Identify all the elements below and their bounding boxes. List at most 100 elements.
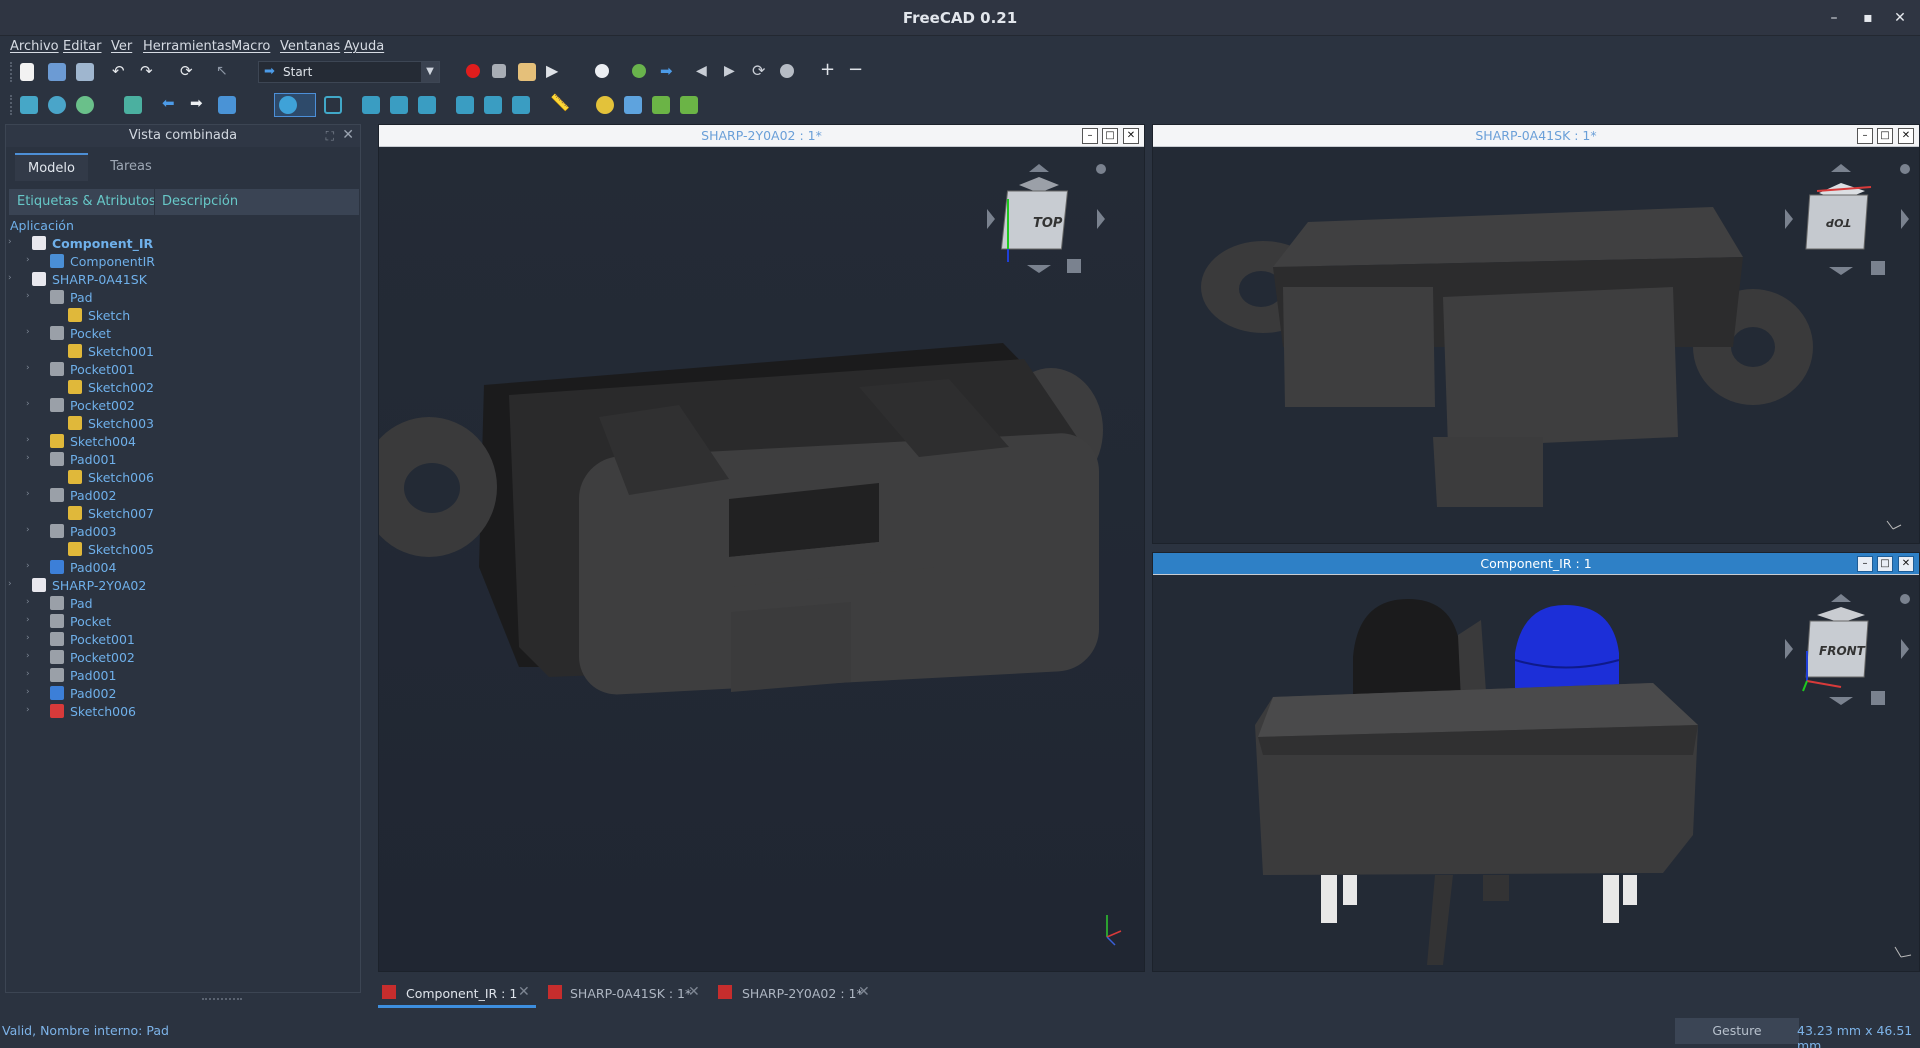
viewport-3d-component-ir[interactable]: FRONT — [1153, 575, 1920, 972]
draw-style-icon[interactable] — [76, 96, 94, 114]
menu-ver[interactable]: Ver — [111, 39, 132, 54]
tree-item[interactable]: › Pad002 — [6, 487, 360, 505]
column-labels[interactable]: Etiquetas & Atributos — [17, 194, 156, 209]
menu-herramientas[interactable]: Herramientas — [143, 39, 232, 54]
tree-item[interactable]: › Pocket — [6, 613, 360, 631]
workbench-selector[interactable]: ➡ Start ▼ — [258, 61, 440, 83]
doc-tab-sharp-2y0a02[interactable]: SHARP-2Y0A02 : 1* ✕ — [714, 978, 880, 1008]
forward-icon[interactable]: ▶ — [724, 62, 742, 80]
tree-item[interactable]: › Pocket — [6, 325, 360, 343]
menu-ventanas[interactable]: Ventanas — [280, 39, 340, 54]
close-view-button[interactable]: ✕ — [1898, 128, 1914, 144]
undo-icon[interactable]: ↶ — [112, 64, 130, 82]
save-document-icon[interactable] — [76, 63, 94, 81]
expand-chevron-icon[interactable]: › — [26, 327, 30, 337]
link-icon[interactable] — [652, 96, 670, 114]
open-document-icon[interactable] — [48, 63, 66, 81]
tree-item[interactable]: › Pocket002 — [6, 397, 360, 415]
expand-chevron-icon[interactable]: › — [26, 615, 30, 625]
part-icon[interactable] — [596, 96, 614, 114]
viewport-3d-sharp-2y0a02[interactable]: TOP — [379, 147, 1145, 972]
tab-modelo[interactable]: Modelo — [15, 153, 88, 181]
tree-item[interactable]: › Pad001 — [6, 667, 360, 685]
expand-chevron-icon[interactable]: › — [26, 633, 30, 643]
expand-chevron-icon[interactable]: › — [26, 561, 30, 571]
tree-item[interactable]: › Pad001 — [6, 451, 360, 469]
tree-item[interactable]: › Pad — [6, 595, 360, 613]
record-macro-icon[interactable] — [466, 64, 480, 78]
web-forward-icon[interactable]: ➡ — [660, 62, 678, 80]
minimize-view-button[interactable]: – — [1082, 128, 1098, 144]
tree-item[interactable]: › Sketch004 — [6, 433, 360, 451]
bottom-view-icon[interactable] — [484, 96, 502, 114]
close-icon[interactable]: ✕ — [688, 984, 700, 1000]
maximize-button[interactable]: ▪ — [1858, 8, 1878, 28]
minimize-view-button[interactable]: – — [1857, 556, 1873, 572]
tree-item[interactable]: › Sketch006 — [6, 703, 360, 721]
expand-chevron-icon[interactable]: › — [26, 525, 30, 535]
minimize-button[interactable]: – — [1824, 8, 1844, 28]
link-actions-icon[interactable] — [680, 96, 698, 114]
zoom-out-icon[interactable]: − — [848, 60, 866, 80]
minimize-view-button[interactable]: – — [1857, 128, 1873, 144]
viewport-3d-sharp-0a41sk[interactable]: TOP — [1153, 147, 1920, 544]
bounding-box-icon[interactable] — [124, 96, 142, 114]
std-views-menu[interactable] — [274, 93, 316, 117]
column-description[interactable]: Descripción — [162, 194, 238, 209]
expand-chevron-icon[interactable]: › — [26, 651, 30, 661]
top-view-icon[interactable] — [390, 96, 408, 114]
tree-item[interactable]: › Pocket001 — [6, 631, 360, 649]
maximize-view-button[interactable]: □ — [1877, 556, 1893, 572]
tree-item[interactable]: › Pocket001 — [6, 361, 360, 379]
tree-item[interactable]: Sketch007 — [6, 505, 360, 523]
expand-chevron-icon[interactable]: › — [26, 453, 30, 463]
expand-chevron-icon[interactable]: › — [26, 597, 30, 607]
macros-icon[interactable] — [518, 63, 536, 81]
redo-icon[interactable]: ↷ — [140, 64, 158, 82]
stop-macro-icon[interactable] — [492, 64, 506, 78]
back-icon[interactable]: ◀ — [696, 62, 714, 80]
refresh-icon[interactable]: ⟳ — [180, 64, 198, 82]
web-home-icon[interactable] — [632, 64, 646, 78]
view-forward-icon[interactable]: ➡ — [190, 94, 208, 112]
tree-item[interactable]: Sketch006 — [6, 469, 360, 487]
tree-item[interactable]: Sketch003 — [6, 415, 360, 433]
tree-item[interactable]: › SHARP-2Y0A02 — [6, 577, 360, 595]
left-view-icon[interactable] — [512, 96, 530, 114]
doc-tab-sharp-0a41sk[interactable]: SHARP-0A41SK : 1* ✕ — [544, 978, 710, 1008]
new-document-icon[interactable] — [20, 63, 34, 81]
view-sharp-0a41sk[interactable]: F SHARP-0A41SK : 1* – □ ✕ TOP — [1152, 124, 1920, 544]
right-view-icon[interactable] — [418, 96, 436, 114]
float-icon[interactable]: ⛶ — [326, 129, 334, 144]
tree-item[interactable]: Sketch005 — [6, 541, 360, 559]
measure-distance-icon[interactable]: 📏 — [550, 94, 570, 112]
expand-chevron-icon[interactable]: › — [26, 705, 30, 715]
toolbar-grip[interactable] — [10, 95, 13, 115]
expand-chevron-icon[interactable]: › — [8, 579, 12, 589]
tree-item[interactable]: › Pad — [6, 289, 360, 307]
front-view-icon[interactable] — [362, 96, 380, 114]
isometric-view-icon[interactable] — [324, 96, 342, 114]
close-view-button[interactable]: ✕ — [1898, 556, 1914, 572]
close-button[interactable]: ✕ — [1890, 8, 1910, 28]
fit-selection-icon[interactable] — [48, 96, 66, 114]
fit-all-icon[interactable] — [20, 96, 38, 114]
panel-resize-grip[interactable] — [202, 998, 242, 1000]
view-sharp-2y0a02[interactable]: F SHARP-2Y0A02 : 1* – □ ✕ — [378, 124, 1145, 972]
close-icon[interactable]: ✕ — [342, 127, 354, 143]
stop-debug-icon[interactable] — [595, 64, 609, 78]
tree-item[interactable]: › Pocket002 — [6, 649, 360, 667]
run-macro-icon[interactable]: ▶ — [546, 62, 564, 80]
doc-tab-component-ir[interactable]: Component_IR : 1 ✕ — [378, 978, 536, 1008]
toolbar-grip[interactable] — [10, 62, 13, 82]
tree-item[interactable]: Sketch002 — [6, 379, 360, 397]
expand-chevron-icon[interactable]: › — [26, 489, 30, 499]
maximize-view-button[interactable]: □ — [1102, 128, 1118, 144]
expand-chevron-icon[interactable]: › — [26, 669, 30, 679]
column-divider[interactable] — [154, 189, 155, 215]
close-icon[interactable]: ✕ — [858, 984, 870, 1000]
expand-chevron-icon[interactable]: › — [26, 291, 30, 301]
menu-macro[interactable]: Macro — [231, 39, 270, 54]
zoom-in-icon[interactable]: + — [820, 60, 838, 80]
tree-item[interactable]: Sketch — [6, 307, 360, 325]
